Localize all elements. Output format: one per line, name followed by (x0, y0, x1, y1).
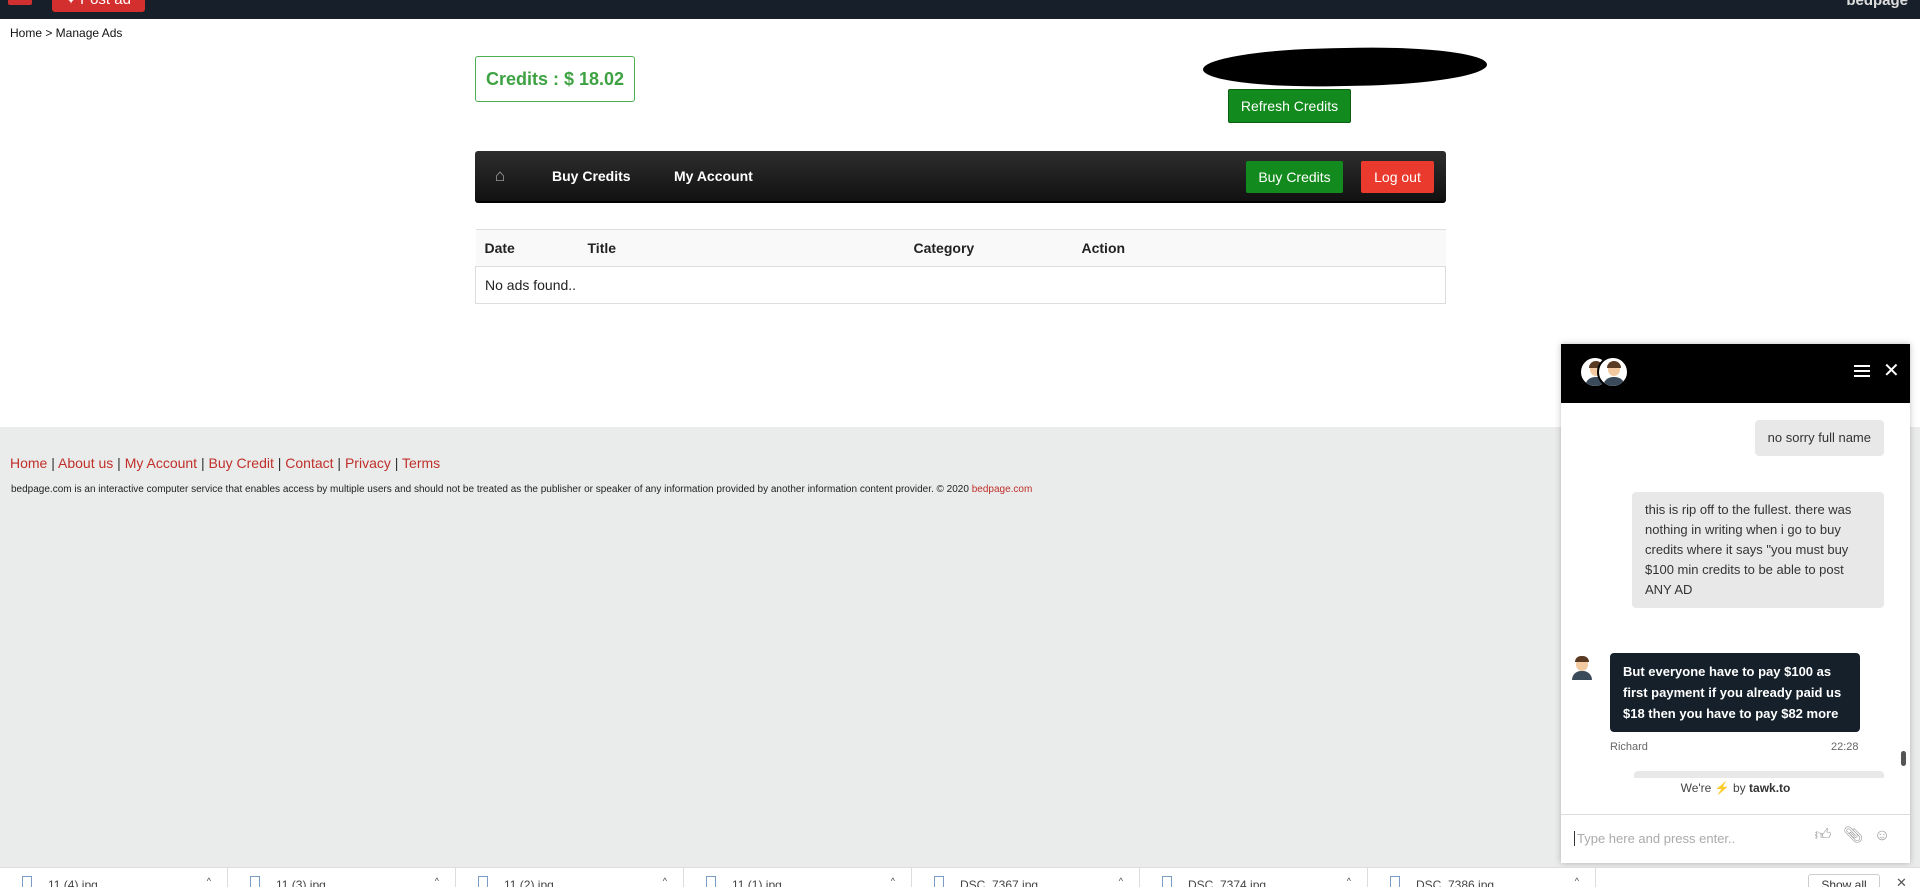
nav-my-account-link[interactable]: My Account (674, 168, 753, 184)
disclaimer-text: bedpage.com is an interactive computer s… (11, 484, 972, 495)
close-icon[interactable]: ✕ (1883, 360, 1900, 382)
account-navbar: ⌂ Buy Credits My Account Buy Credits Log… (475, 151, 1446, 203)
powered-prefix: We're (1680, 781, 1712, 795)
downloads-bar: 11 (4).jpg ^ 11 (3).jpg ^ 11 (2).jpg ^ 11 (… (0, 867, 1920, 887)
file-icon (934, 876, 944, 887)
powered-by[interactable]: We're ⚡ by tawk.to (1561, 781, 1910, 795)
download-item[interactable]: 11 (4).jpg ^ (0, 868, 228, 887)
post-ad-button[interactable]: ✦ Post ad (52, 0, 145, 12)
footer-link-my-account[interactable]: My Account (125, 455, 197, 471)
chevron-up-icon[interactable]: ^ (663, 876, 667, 886)
chat-scrollbar[interactable] (1901, 751, 1906, 766)
emoji-icon[interactable]: ☺ (1872, 825, 1892, 847)
footer-disclaimer: bedpage.com is an interactive computer s… (11, 484, 1032, 495)
column-category: Category (904, 229, 1073, 267)
logout-button[interactable]: Log out (1361, 161, 1434, 193)
show-all-button[interactable]: Show all (1808, 874, 1880, 887)
download-item[interactable]: DSC_7374.jpg ^ (1140, 868, 1368, 887)
download-item[interactable]: 11 (2).jpg ^ (456, 868, 684, 887)
footer-site-link[interactable]: bedpage.com (972, 484, 1033, 495)
pin-icon: ✦ (66, 0, 77, 7)
chevron-up-icon[interactable]: ^ (1347, 876, 1351, 886)
chat-header: ✕ (1561, 344, 1910, 403)
visitor-message (1634, 771, 1884, 778)
powered-by-word: by (1733, 781, 1746, 795)
redacted-area (1202, 45, 1488, 89)
download-item[interactable]: DSC_7367.jpg ^ (912, 868, 1140, 887)
chevron-up-icon[interactable]: ^ (1575, 876, 1579, 886)
visitor-message: no sorry full name (1754, 420, 1884, 456)
powered-brand: tawk.to (1749, 781, 1791, 795)
footer-link-terms[interactable]: Terms (402, 455, 440, 471)
download-item[interactable]: 11 (3).jpg ^ (228, 868, 456, 887)
footer-link-privacy[interactable]: Privacy (345, 455, 391, 471)
paperclip-icon[interactable]: 📎︎ (1843, 825, 1863, 847)
refresh-credits-button[interactable]: Refresh Credits (1228, 89, 1351, 123)
agent-name: Richard (1610, 741, 1648, 753)
footer-link-contact[interactable]: Contact (285, 455, 333, 471)
top-bar: ✦ Post ad bedpage (0, 0, 1920, 19)
chat-message-input[interactable] (1574, 831, 1814, 846)
agent-message: But everyone have to pay $100 as first p… (1610, 653, 1860, 732)
column-title: Title (578, 229, 905, 267)
post-ad-label: Post ad (80, 0, 131, 10)
chat-widget: ✕ no sorry full name this is rip off to … (1561, 344, 1910, 863)
hamburger-menu-icon[interactable] (1854, 365, 1870, 379)
footer-link-about[interactable]: About us (58, 455, 113, 471)
message-time: 22:28 (1831, 741, 1859, 753)
chevron-up-icon[interactable]: ^ (891, 876, 895, 886)
divider (1561, 814, 1910, 815)
footer-link-buy-credit[interactable]: Buy Credit (209, 455, 274, 471)
home-icon[interactable]: ⌂ (489, 166, 511, 186)
agent-avatar-icon (1571, 656, 1593, 680)
breadcrumb: Home > Manage Ads (10, 26, 123, 40)
ads-table: Date Title Category Action No ads found.… (475, 229, 1446, 304)
file-icon (706, 876, 716, 887)
thumbs-up-icon[interactable]: 👍︎ (1813, 825, 1833, 847)
chevron-up-icon[interactable]: ^ (1119, 876, 1123, 886)
column-date: Date (475, 229, 579, 267)
lightning-icon: ⚡ (1714, 781, 1730, 795)
table-row: No ads found.. (475, 266, 1446, 304)
download-item[interactable]: DSC_7386.jpg ^ (1368, 868, 1596, 887)
chat-messages[interactable]: no sorry full name this is rip off to th… (1561, 403, 1910, 778)
chevron-up-icon[interactable]: ^ (207, 876, 211, 886)
menu-icon[interactable] (8, 0, 32, 5)
empty-message: No ads found.. (475, 266, 1446, 304)
agent-avatar-icon (1597, 356, 1629, 388)
file-icon (22, 876, 32, 887)
file-icon (1162, 876, 1172, 887)
footer-link-home[interactable]: Home (10, 455, 47, 471)
file-icon (1390, 876, 1400, 887)
file-icon (478, 876, 488, 887)
file-icon (250, 876, 260, 887)
credits-balance: Credits : $ 18.02 (475, 56, 635, 102)
visitor-message: this is rip off to the fullest. there wa… (1632, 492, 1884, 608)
site-logo[interactable]: bedpage (1846, 0, 1908, 10)
download-item[interactable]: 11 (1).jpg ^ (684, 868, 912, 887)
footer-links: Home | About us | My Account | Buy Credi… (10, 455, 441, 471)
close-icon[interactable]: ✕ (1896, 875, 1907, 887)
chevron-up-icon[interactable]: ^ (435, 876, 439, 886)
table-header-row: Date Title Category Action (475, 229, 1446, 267)
nav-buy-credits-link[interactable]: Buy Credits (552, 168, 631, 184)
buy-credits-button[interactable]: Buy Credits (1246, 161, 1343, 193)
column-action: Action (1072, 229, 1446, 267)
